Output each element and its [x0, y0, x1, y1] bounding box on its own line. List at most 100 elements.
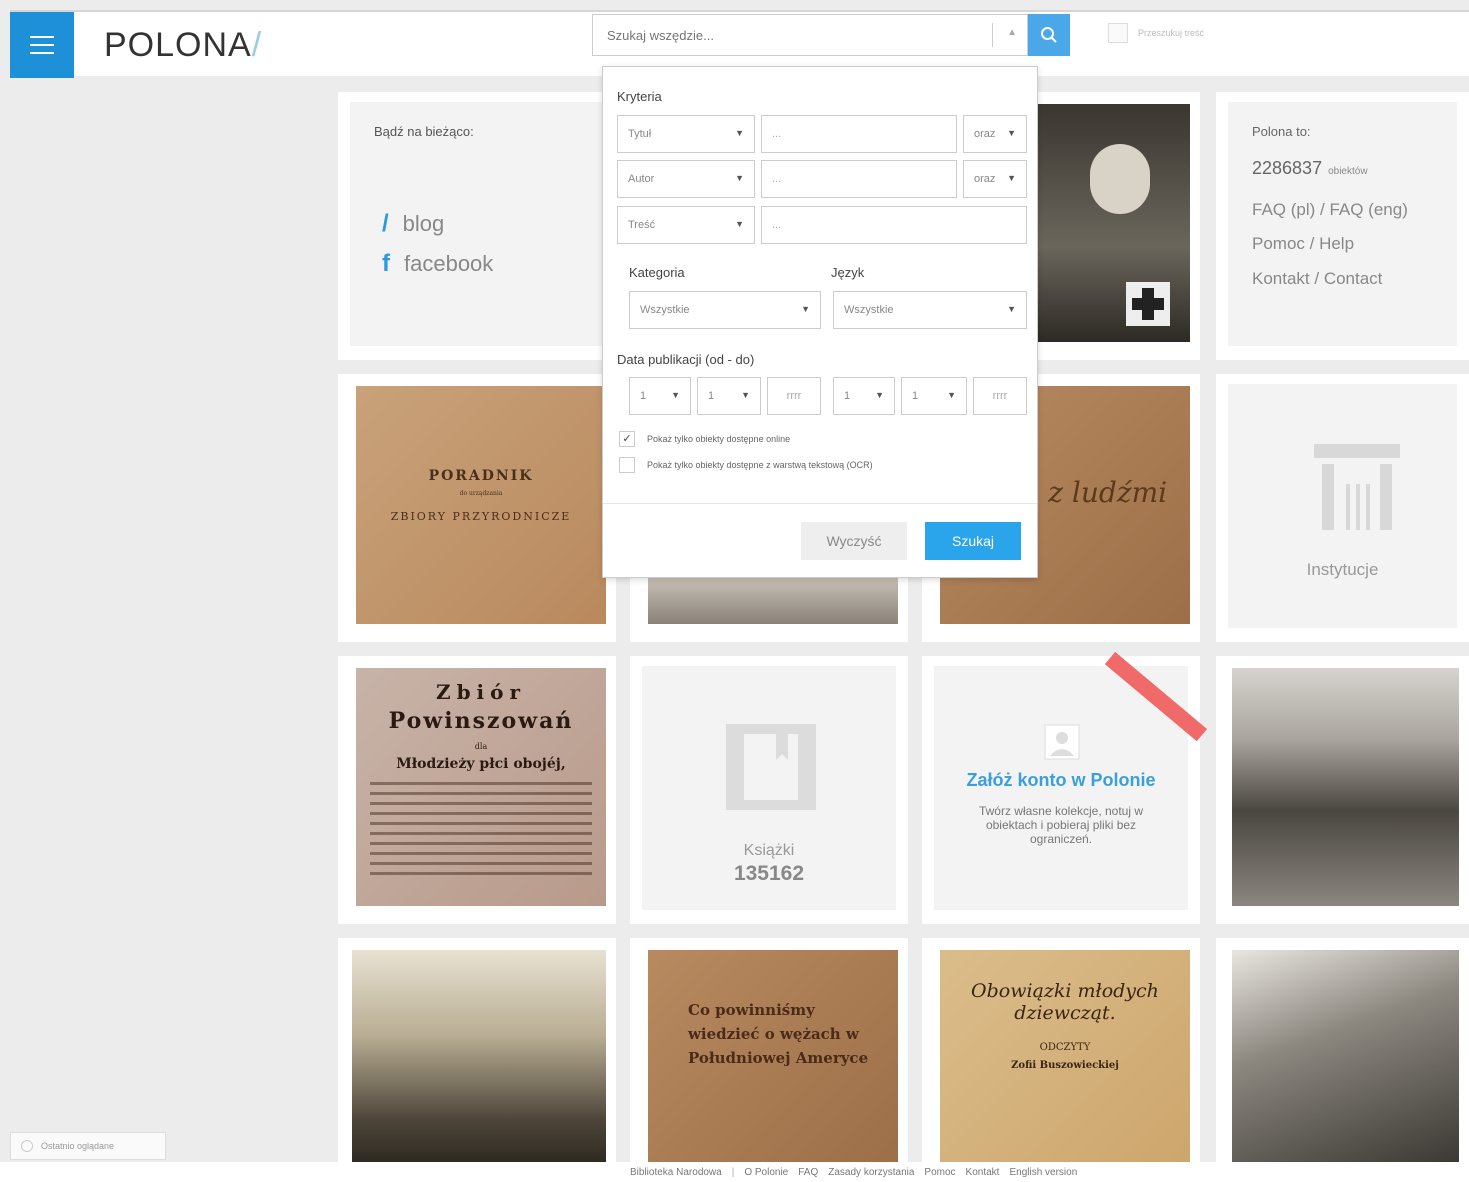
help-link[interactable]: Pomoc / Help	[1252, 234, 1354, 254]
field-select-2[interactable]: Autor ▼	[617, 160, 755, 198]
book-icon	[726, 724, 816, 810]
footer-link-zasady[interactable]: Zasady korzystania	[828, 1167, 914, 1178]
scan-tile-poradnik[interactable]: PORADNIK do urządzania ZBIORY PRZYRODNIC…	[338, 374, 616, 642]
ocr-only-checkbox[interactable]	[619, 457, 635, 473]
search-content-label: Przeszukuj treść	[1138, 28, 1205, 38]
date-to-month[interactable]: 1 ▼	[901, 377, 967, 415]
polona-info-tile: Polona to: 2286837 obiektów FAQ (pl) / FA…	[1216, 92, 1469, 360]
recently-viewed-button[interactable]: Ostatnio oglądane	[10, 1132, 166, 1160]
photo-tile-church[interactable]	[338, 938, 616, 1162]
chevron-down-icon: ▼	[1007, 128, 1016, 138]
blog-label: blog	[402, 211, 445, 236]
operator-select-2[interactable]: oraz ▼	[963, 160, 1027, 198]
institutions-tile[interactable]: Instytucje	[1216, 374, 1469, 642]
menu-bar-line	[30, 36, 54, 38]
institutions-label: Instytucje	[1306, 560, 1379, 579]
category-select-value: Wszystkie	[640, 304, 690, 316]
date-to-year[interactable]: rrrr	[973, 377, 1027, 415]
clock-icon	[21, 1140, 33, 1152]
object-count: 2286837 obiektów	[1252, 158, 1368, 179]
weze-title: Co powinniśmy wiedzieć o wężach w Połudn…	[688, 1001, 869, 1067]
create-account-title[interactable]: Załóż konto w Polonie	[934, 770, 1188, 791]
date-from-month-value: 1	[708, 390, 715, 402]
menu-bar-line	[30, 44, 54, 46]
red-cross-armband	[1126, 282, 1170, 326]
cross-horizontal	[1132, 298, 1164, 310]
footer-link-o-polonie[interactable]: O Polonie	[744, 1167, 788, 1178]
chevron-down-icon: ▼	[735, 173, 744, 183]
operator-select-1[interactable]: oraz ▼	[963, 115, 1027, 153]
facebook-link[interactable]: f facebook	[382, 250, 493, 278]
field-text-3[interactable]: ...	[761, 206, 1027, 244]
clear-button[interactable]: Wyczyść	[801, 522, 907, 560]
field-select-3-value: Treść	[628, 219, 656, 231]
online-only-checkbox[interactable]: ✓	[619, 431, 635, 447]
submit-search-button[interactable]: Szukaj	[925, 522, 1021, 560]
operator-select-1-value: oraz	[974, 128, 996, 140]
blog-icon: /	[382, 210, 389, 237]
polona-info-title: Polona to:	[1252, 124, 1311, 139]
category-select[interactable]: Wszystkie ▼	[629, 291, 821, 329]
footer-link-english[interactable]: English version	[1009, 1167, 1077, 1178]
polona-logo[interactable]: POLONA/	[104, 26, 262, 65]
footer-link-kontakt[interactable]: Kontakt	[966, 1167, 1000, 1178]
footer-separator: |	[731, 1167, 735, 1178]
date-from-year[interactable]: rrrr	[767, 377, 821, 415]
field-text-2[interactable]: ...	[761, 160, 957, 198]
search-separator	[992, 23, 993, 47]
photo-tile-street[interactable]	[1216, 656, 1469, 924]
field-text-1[interactable]: ...	[761, 115, 957, 153]
obowiazki-cover: Obowiązki młodych dziewcząt. ODCZYTY Zof…	[940, 950, 1190, 1162]
facebook-label: facebook	[404, 251, 494, 276]
search-content-checkbox[interactable]	[1108, 23, 1128, 43]
field-select-2-value: Autor	[628, 173, 655, 185]
scan-tile-zbior[interactable]: Zbiór Powinszowań dla Młodzieży płci obo…	[338, 656, 616, 924]
footer-link-faq[interactable]: FAQ	[798, 1167, 818, 1178]
street-photo	[1232, 668, 1459, 906]
date-to-day[interactable]: 1 ▼	[833, 377, 895, 415]
date-from-day[interactable]: 1 ▼	[629, 377, 691, 415]
institution-icon	[1314, 444, 1400, 530]
contact-link[interactable]: Kontakt / Contact	[1252, 269, 1382, 289]
search-input[interactable]	[593, 15, 973, 55]
scan-tile-obowiazki[interactable]: Obowiązki młodych dziewcząt. ODCZYTY Zof…	[922, 938, 1200, 1162]
footer-link-pomoc[interactable]: Pomoc	[924, 1167, 955, 1178]
weze-cover: Co powinniśmy wiedzieć o wężach w Połudn…	[648, 950, 898, 1162]
footer-link-biblioteka[interactable]: Biblioteka Narodowa	[630, 1167, 722, 1178]
chevron-down-icon: ▼	[735, 219, 744, 229]
panel-divider	[603, 503, 1037, 504]
field-select-1[interactable]: Tytuł ▼	[617, 115, 755, 153]
chevron-up-icon[interactable]: ▲	[1007, 27, 1017, 38]
search-button[interactable]	[1028, 14, 1070, 56]
date-label: Data publikacji (od - do)	[617, 352, 755, 367]
books-tile[interactable]: Książki 135162	[630, 656, 908, 924]
faq-link[interactable]: FAQ (pl) / FAQ (eng)	[1252, 200, 1408, 220]
poradnik-cover: PORADNIK do urządzania ZBIORY PRZYRODNIC…	[356, 386, 606, 624]
language-select[interactable]: Wszystkie ▼	[833, 291, 1027, 329]
zbior-title: Powinszowań	[388, 708, 574, 734]
language-select-value: Wszystkie	[844, 304, 894, 316]
online-only-option[interactable]: ✓ Pokaż tylko obiekty dostępne online	[619, 431, 790, 447]
facebook-icon: f	[382, 250, 390, 277]
zbior-cover: Zbiór Powinszowań dla Młodzieży płci obo…	[356, 668, 606, 906]
photo-tile-engraving[interactable]	[1216, 938, 1469, 1162]
search-content-toggle[interactable]: Przeszukuj treść	[1108, 23, 1204, 43]
blog-link[interactable]: / blog	[382, 210, 444, 238]
news-title: Bądź na bieżąco:	[374, 124, 474, 139]
hamburger-menu-button[interactable]	[10, 12, 74, 78]
operator-select-2-value: oraz	[974, 173, 996, 185]
criteria-label: Kryteria	[617, 89, 662, 104]
logo-text: POLONA	[104, 26, 252, 64]
date-to-month-value: 1	[912, 390, 919, 402]
zbior-body-text	[370, 782, 592, 878]
date-from-month[interactable]: 1 ▼	[697, 377, 761, 415]
ocr-only-label: Pokaż tylko obiekty dostępne z warstwą t…	[647, 460, 873, 470]
user-icon	[1044, 724, 1080, 760]
ocr-only-option[interactable]: Pokaż tylko obiekty dostępne z warstwą t…	[619, 457, 873, 473]
field-select-3[interactable]: Treść ▼	[617, 206, 755, 244]
church-photo	[352, 950, 606, 1162]
field-select-1-value: Tytuł	[628, 128, 652, 140]
chevron-down-icon: ▼	[1007, 173, 1016, 183]
scan-tile-weze[interactable]: Co powinniśmy wiedzieć o wężach w Połudn…	[630, 938, 908, 1162]
poradnik-subtitle: do urządzania	[459, 490, 503, 497]
